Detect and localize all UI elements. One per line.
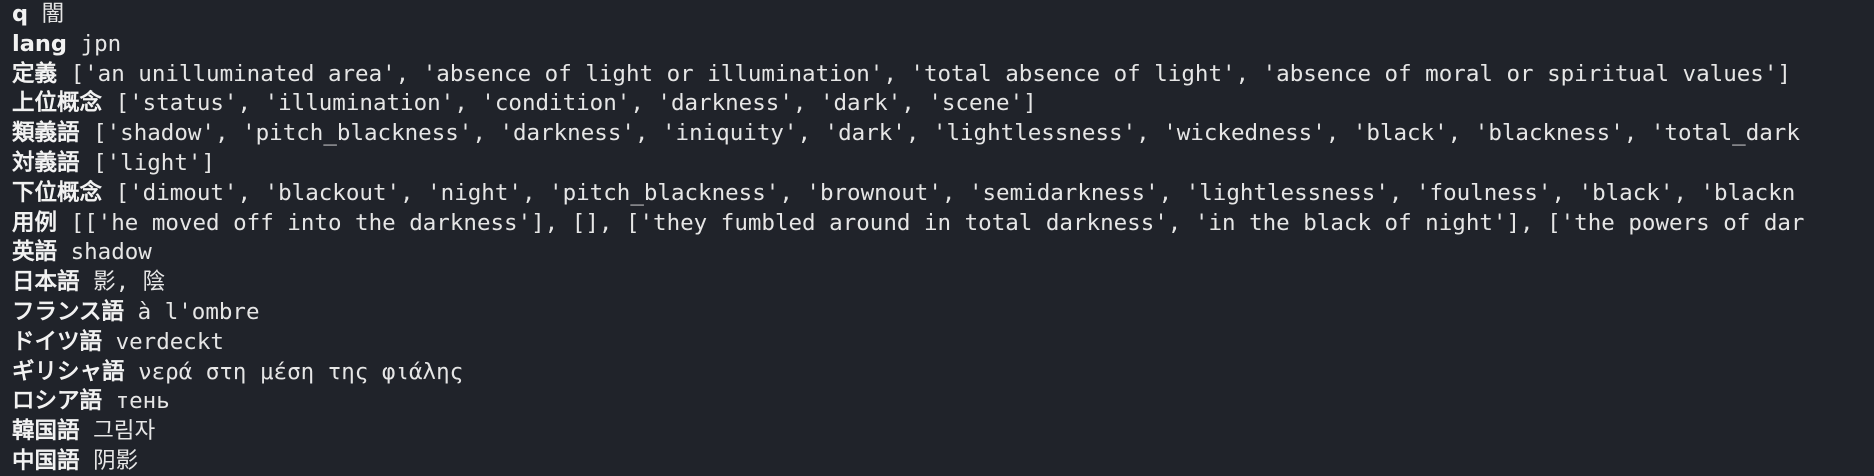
line-key: 用例 <box>12 209 58 236</box>
line-russian: ロシア語 тень <box>12 387 1874 417</box>
line-definition: 定義 ['an unilluminated area', 'absence of… <box>12 60 1874 90</box>
line-value: ['shadow', 'pitch_blackness', 'darkness'… <box>93 120 1800 147</box>
line-value: jpn <box>80 30 122 57</box>
line-value: νερά στη μέση της φιάλης <box>138 358 464 385</box>
line-key: ギリシャ語 <box>12 358 125 385</box>
line-lang: lang jpn <box>12 30 1874 60</box>
line-key: 韓国語 <box>12 418 80 445</box>
line-key: ドイツ語 <box>12 328 103 355</box>
line-korean: 韓国語 그림자 <box>12 417 1874 447</box>
line-key: 日本語 <box>12 269 80 296</box>
line-value: verdeckt <box>115 328 224 355</box>
line-english: 英語 shadow <box>12 238 1874 268</box>
line-value: 그림자 <box>93 418 156 445</box>
line-value: à l'ombre <box>137 298 260 325</box>
line-value: ['dimout', 'blackout', 'night', 'pitch_b… <box>115 179 1796 206</box>
line-french: フランス語 à l'ombre <box>12 298 1874 328</box>
line-key: ロシア語 <box>12 388 103 415</box>
line-key: 中国語 <box>12 447 80 474</box>
line-value: ['an unilluminated area', 'absence of li… <box>70 60 1791 87</box>
line-value: ['status', 'illumination', 'condition', … <box>115 90 1037 117</box>
line-value: [['he moved off into the darkness'], [],… <box>70 209 1805 236</box>
line-japanese: 日本語 影, 陰 <box>12 268 1874 298</box>
line-examples: 用例 [['he moved off into the darkness'], … <box>12 209 1874 239</box>
line-value: тень <box>115 388 170 415</box>
line-key: 類義語 <box>12 120 80 147</box>
line-key: 下位概念 <box>12 179 103 206</box>
line-value: 影, 陰 <box>93 269 166 296</box>
line-key: 上位概念 <box>12 90 103 117</box>
line-key: 定義 <box>12 60 58 87</box>
line-key: lang <box>12 30 68 57</box>
line-value: shadow <box>70 239 152 266</box>
line-chinese: 中国語 阴影 <box>12 447 1874 476</box>
line-value: 闇 <box>41 1 65 27</box>
line-q: q 闇 <box>12 0 1874 30</box>
line-german: ドイツ語 verdeckt <box>12 328 1874 358</box>
terminal-output: q 闇 lang jpn 定義 ['an unilluminated area'… <box>0 0 1874 476</box>
line-key: q <box>12 1 29 27</box>
line-hyponyms: 下位概念 ['dimout', 'blackout', 'night', 'pi… <box>12 179 1874 209</box>
line-key: 英語 <box>12 239 58 266</box>
line-value: ['light'] <box>93 149 215 176</box>
line-hypernyms: 上位概念 ['status', 'illumination', 'conditi… <box>12 89 1874 119</box>
line-greek: ギリシャ語 νερά στη μέση της φιάλης <box>12 358 1874 388</box>
line-synonyms: 類義語 ['shadow', 'pitch_blackness', 'darkn… <box>12 119 1874 149</box>
line-key: フランス語 <box>12 298 125 325</box>
line-value: 阴影 <box>93 447 139 474</box>
line-key: 対義語 <box>12 149 80 176</box>
line-antonyms: 対義語 ['light'] <box>12 149 1874 179</box>
